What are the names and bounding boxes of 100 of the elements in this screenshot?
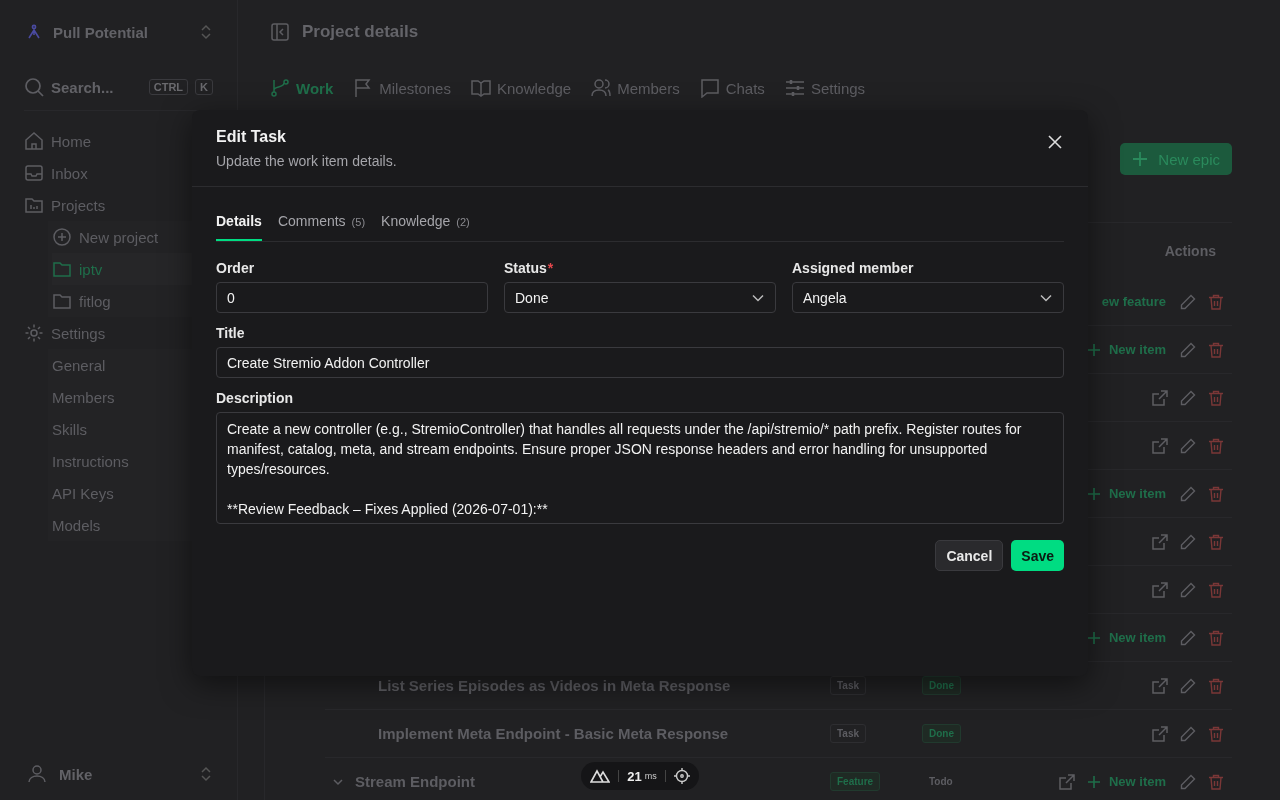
field-label: Status* bbox=[504, 260, 555, 276]
book-icon bbox=[470, 78, 491, 98]
edit-icon[interactable] bbox=[1180, 293, 1196, 310]
select-field[interactable]: Angela bbox=[792, 282, 1064, 313]
tab[interactable]: Members bbox=[591, 78, 680, 98]
add-item-link[interactable]: ew feature bbox=[1101, 294, 1166, 309]
edit-icon[interactable] bbox=[1180, 677, 1196, 694]
chat-icon bbox=[699, 78, 720, 98]
row-title[interactable]: Implement Meta Endpoint - Basic Meta Response bbox=[378, 725, 729, 742]
delete-icon[interactable] bbox=[1208, 629, 1224, 646]
home-icon bbox=[24, 131, 44, 151]
field-label: Order bbox=[216, 260, 256, 276]
edit-icon[interactable] bbox=[1180, 629, 1196, 646]
field-label: Assigned member bbox=[792, 260, 915, 276]
crosshair-icon[interactable] bbox=[673, 768, 690, 784]
external-link-icon[interactable] bbox=[1058, 773, 1075, 790]
delete-icon[interactable] bbox=[1208, 293, 1224, 310]
delete-icon[interactable] bbox=[1208, 389, 1224, 406]
inbox-icon bbox=[24, 163, 44, 183]
external-link-icon[interactable] bbox=[1152, 677, 1168, 694]
type-tag: Task bbox=[830, 724, 867, 743]
plus-icon bbox=[1132, 151, 1149, 167]
settings-icon bbox=[24, 323, 44, 343]
workspace-name[interactable]: Pull Potential bbox=[53, 23, 188, 41]
add-item-link[interactable]: New item bbox=[1086, 342, 1166, 357]
nav-item[interactable]: Settings bbox=[24, 317, 213, 349]
row-title[interactable]: Stream Endpoint bbox=[355, 773, 475, 790]
plus-icon bbox=[1086, 630, 1101, 645]
search-icon bbox=[24, 77, 44, 97]
sliders-icon bbox=[784, 78, 805, 98]
nav-subitem[interactable]: New project bbox=[52, 221, 213, 253]
tab[interactable]: Chats bbox=[699, 78, 765, 98]
status-tag: Done bbox=[922, 724, 961, 743]
external-link-icon[interactable] bbox=[1152, 437, 1168, 454]
delete-icon[interactable] bbox=[1208, 341, 1224, 358]
tab[interactable]: Work bbox=[270, 78, 334, 98]
external-link-icon[interactable] bbox=[1152, 389, 1168, 406]
input-field[interactable]: Create Stremio Addon Controller bbox=[216, 347, 1064, 378]
user-icon bbox=[28, 765, 46, 783]
chevron-up-down-icon[interactable] bbox=[199, 765, 213, 783]
save-button[interactable]: Save bbox=[1011, 540, 1064, 571]
edit-icon[interactable] bbox=[1180, 389, 1196, 406]
tab[interactable]: Comments (5) bbox=[277, 213, 366, 241]
plus-icon bbox=[1086, 774, 1101, 789]
time-unit: ms bbox=[644, 771, 657, 781]
close-icon[interactable] bbox=[1048, 135, 1062, 149]
add-item-link[interactable]: New item bbox=[1086, 486, 1166, 501]
nav-subitem[interactable]: fitlog bbox=[52, 285, 213, 317]
field-label: Description bbox=[216, 390, 294, 406]
folder-icon bbox=[52, 259, 72, 279]
nav-item[interactable]: Home bbox=[24, 125, 213, 157]
sidebar-toggle-icon[interactable] bbox=[270, 22, 290, 42]
users-icon bbox=[591, 78, 612, 98]
external-link-icon[interactable] bbox=[1152, 533, 1168, 550]
edit-icon[interactable] bbox=[1180, 437, 1196, 454]
workspace-logo-icon bbox=[26, 24, 42, 40]
description-field[interactable]: Create a new controller (e.g., StremioController) that handles all requests under the /api/stremio/* path prefix. Register routes for manifest, catalog, meta, and stream endpoints. Ensure proper JSON response headers and error handling for unsupported types/resources. **Review Feedback – Fixes Applied (2026-07-01):** bbox=[216, 412, 1064, 524]
nav-item[interactable]: Inbox bbox=[24, 157, 213, 189]
user-name[interactable]: Mike bbox=[59, 765, 186, 783]
delete-icon[interactable] bbox=[1208, 581, 1224, 598]
plus-icon bbox=[1086, 342, 1101, 357]
tab[interactable]: Milestones bbox=[353, 78, 451, 98]
edit-icon[interactable] bbox=[1180, 581, 1196, 598]
tab[interactable]: Knowledge bbox=[470, 78, 572, 98]
delete-icon[interactable] bbox=[1208, 725, 1224, 742]
dialog-title: Edit Task bbox=[216, 128, 286, 146]
delete-icon[interactable] bbox=[1208, 533, 1224, 550]
external-link-icon[interactable] bbox=[1152, 581, 1168, 598]
delete-icon[interactable] bbox=[1208, 677, 1224, 694]
dialog-subtitle: Update the work item details. bbox=[216, 153, 397, 169]
cancel-button[interactable]: Cancel bbox=[935, 540, 1004, 571]
edit-icon[interactable] bbox=[1180, 485, 1196, 502]
input-field[interactable]: 0 bbox=[216, 282, 488, 313]
branch-icon bbox=[270, 78, 290, 98]
keyboard-key: K bbox=[195, 79, 213, 95]
tab[interactable]: Details bbox=[216, 213, 262, 241]
edit-icon[interactable] bbox=[1180, 533, 1196, 550]
page-title: Project details bbox=[302, 22, 419, 42]
status-tag: Todo bbox=[922, 772, 960, 791]
edit-icon[interactable] bbox=[1180, 773, 1196, 790]
chevron-up-down-icon[interactable] bbox=[199, 23, 213, 41]
delete-icon[interactable] bbox=[1208, 437, 1224, 454]
edit-icon[interactable] bbox=[1180, 341, 1196, 358]
tab[interactable]: Settings bbox=[784, 78, 866, 98]
mountain-logo-icon[interactable] bbox=[590, 769, 611, 783]
keyboard-key: CTRL bbox=[148, 79, 189, 95]
search-field[interactable]: Search... CTRL K bbox=[24, 64, 213, 111]
edit-icon[interactable] bbox=[1180, 725, 1196, 742]
delete-icon[interactable] bbox=[1208, 773, 1224, 790]
select-field[interactable]: Done bbox=[504, 282, 776, 313]
external-link-icon[interactable] bbox=[1152, 725, 1168, 742]
folder-icon bbox=[24, 195, 44, 215]
tab[interactable]: Knowledge (2) bbox=[381, 213, 470, 241]
nav-item[interactable]: Projects bbox=[24, 189, 213, 221]
column-header: Actions bbox=[1164, 242, 1217, 259]
render-time: 21 bbox=[627, 768, 642, 784]
add-item-link[interactable]: New item bbox=[1086, 630, 1166, 645]
delete-icon[interactable] bbox=[1208, 485, 1224, 502]
add-item-link[interactable]: New item bbox=[1086, 774, 1166, 789]
folder-icon bbox=[52, 291, 72, 311]
